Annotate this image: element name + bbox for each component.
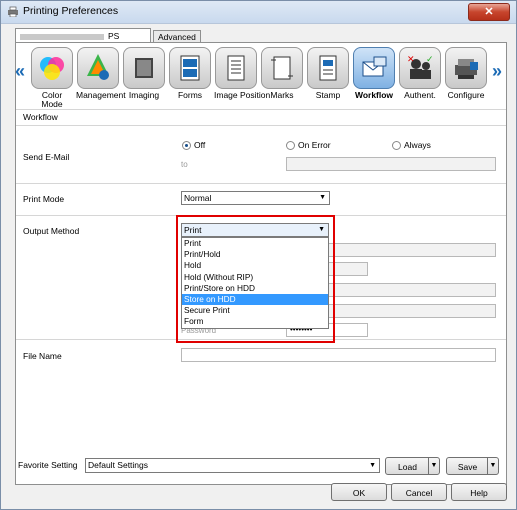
send-email-off-radio[interactable] — [182, 141, 191, 150]
ribbon-right-arrow-icon[interactable]: » — [492, 61, 502, 82]
send-email-label: Send E-Mail — [23, 152, 70, 162]
tool-stamp[interactable]: Stamp — [306, 47, 350, 100]
chevron-down-icon: ▼ — [369, 462, 376, 469]
imaging-icon — [123, 47, 165, 89]
ribbon-left-arrow-icon[interactable]: « — [15, 61, 25, 82]
print-mode-label: Print Mode — [23, 194, 65, 204]
forms-icon — [169, 47, 211, 89]
help-button[interactable]: Help — [451, 483, 507, 501]
load-button[interactable]: Load ▼ — [385, 457, 440, 475]
file-name-group: File Name — [16, 339, 506, 370]
tool-forms[interactable]: Forms — [168, 47, 212, 100]
chevron-down-icon[interactable]: ▼ — [428, 458, 439, 474]
save-button[interactable]: Save ▼ — [446, 457, 499, 475]
send-email-on-error-radio[interactable] — [286, 141, 295, 150]
configure-icon — [445, 47, 487, 89]
cancel-button[interactable]: Cancel — [391, 483, 447, 501]
tool-configure[interactable]: Configure — [444, 47, 488, 100]
tool-authentication[interactable]: ✕ ✓ Authent. — [398, 47, 442, 100]
chevron-down-icon: ▼ — [319, 194, 326, 201]
tool-image-position[interactable]: Image Position — [214, 47, 270, 100]
send-email-group: Send E-Mail Off On Error Always to — [16, 125, 506, 180]
tool-marks[interactable]: Marks — [260, 47, 304, 100]
color-mode-icon — [31, 47, 73, 89]
close-icon: ✕ — [484, 6, 494, 18]
print-mode-group: Print Mode Normal ▼ — [16, 183, 506, 210]
email-to-label: to — [181, 160, 188, 169]
function-ribbon: « » Color Mode Management Imaging Forms … — [15, 43, 506, 109]
output-method-label: Output Method — [23, 226, 80, 236]
tool-imaging[interactable]: Imaging — [122, 47, 166, 100]
window-title: Printing Preferences — [23, 5, 119, 17]
title-bar: Printing Preferences ✕ — [1, 1, 516, 24]
ok-button[interactable]: OK — [331, 483, 387, 501]
image-position-icon — [215, 47, 257, 89]
printer-icon — [8, 6, 18, 17]
stamp-icon — [307, 47, 349, 89]
email-address-field[interactable] — [286, 157, 496, 171]
file-name-field[interactable] — [181, 348, 496, 362]
workflow-section-heading: Workflow — [16, 109, 506, 123]
send-email-always-radio[interactable] — [392, 141, 401, 150]
close-button[interactable]: ✕ — [468, 3, 510, 21]
favorite-setting-select[interactable]: Default Settings ▼ — [85, 458, 380, 473]
marks-icon — [261, 47, 303, 89]
svg-text:✕: ✕ — [407, 55, 415, 65]
tool-color-mode[interactable]: Color Mode — [30, 47, 74, 109]
chevron-down-icon[interactable]: ▼ — [487, 458, 498, 474]
workflow-icon — [353, 47, 395, 89]
tool-management[interactable]: Management — [76, 47, 126, 100]
authentication-icon: ✕ ✓ — [399, 47, 441, 89]
print-mode-select[interactable]: Normal ▼ — [181, 191, 330, 205]
tool-workflow[interactable]: Workflow — [352, 47, 396, 100]
printing-preferences-window: Printing Preferences ✕ PS Advanced « » C… — [0, 0, 517, 510]
tab-ps[interactable]: PS — [15, 28, 151, 43]
highlight-box — [176, 215, 335, 343]
redacted-printer-name — [20, 33, 104, 40]
file-name-label: File Name — [23, 351, 62, 361]
management-icon — [77, 47, 119, 89]
svg-text:✓: ✓ — [426, 55, 434, 65]
favorite-setting-label: Favorite Setting — [18, 460, 78, 470]
